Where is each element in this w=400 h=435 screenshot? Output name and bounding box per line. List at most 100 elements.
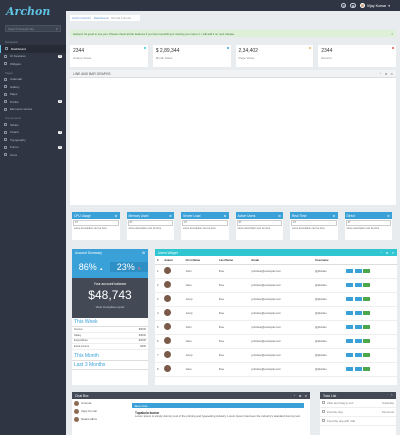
view-button[interactable] — [354, 352, 362, 358]
grid-icon[interactable]: ▦ — [350, 2, 356, 9]
sidebar-item-label: Forms — [10, 145, 19, 150]
brand-logo[interactable]: Archon — [0, 0, 66, 22]
todo-item[interactable]: Feed the dog with milk — [320, 417, 396, 426]
settings-icon[interactable]: ⚙ — [387, 214, 390, 218]
todo-item[interactable]: Find the dog Tomorrow — [320, 408, 396, 417]
view-button[interactable] — [354, 324, 362, 330]
view-button[interactable] — [354, 296, 362, 302]
settings-icon[interactable]: ⚙ — [340, 2, 347, 9]
approve-button[interactable] — [363, 352, 371, 358]
sidebar-item[interactable]: Tables — [0, 121, 66, 129]
percent-left-value: 86% — [78, 262, 97, 272]
view-button[interactable] — [354, 310, 362, 316]
settings-icon[interactable]: ⚙ — [333, 214, 336, 218]
mini-widget-value: 47 — [236, 220, 282, 226]
collapse-icon[interactable]: ⌃ — [390, 394, 393, 398]
sidebar-item-label: Icons — [10, 152, 18, 157]
sidebar-item[interactable]: UI Features 8 — [0, 53, 66, 61]
summary-value: $5000 — [138, 327, 146, 331]
email: johndoe@example.com — [249, 334, 314, 349]
menu-icon — [4, 77, 7, 81]
todo-item[interactable]: Click and drag to sort Yesterday — [320, 399, 396, 408]
sidebar: Archon Search through site ⚲ Navigation … — [0, 0, 66, 435]
gear-icon[interactable]: ⚙ — [386, 251, 389, 255]
account-title: Account Summary — [75, 250, 102, 255]
avatar-cell — [162, 278, 184, 293]
sidebar-item[interactable]: Gallery — [0, 83, 66, 91]
edit-button[interactable] — [346, 352, 354, 358]
close-icon[interactable]: ✕ — [304, 394, 307, 398]
settings-icon[interactable]: ⚙ — [169, 214, 172, 218]
approve-button[interactable] — [363, 310, 371, 316]
mini-widget-header: CPU Usage ⚙ — [72, 212, 120, 219]
sidebar-item[interactable]: Icons — [0, 151, 66, 159]
avatar — [164, 351, 172, 358]
approve-button[interactable] — [363, 268, 371, 274]
users-table: # Avatar First Name Last Name Email Username … — [155, 256, 397, 377]
todo-left: Click and drag to sort — [322, 401, 353, 405]
edit-button[interactable] — [346, 268, 354, 274]
gear-icon[interactable]: ⚙ — [142, 251, 145, 255]
collapse-icon[interactable]: ⌃ — [379, 72, 382, 76]
sidebar-item[interactable]: Maps — [0, 91, 66, 99]
mini-widget-value: 47 — [127, 220, 173, 226]
edit-button[interactable] — [346, 338, 354, 344]
settings-icon[interactable]: ⚙ — [224, 214, 227, 218]
breadcrumb-link[interactable]: Archon Admin — [72, 16, 91, 20]
sidebar-item[interactable]: Charts 3 — [0, 129, 66, 137]
stat-value: $ 2,89,344 — [155, 48, 180, 54]
column-header: Avatar — [162, 256, 184, 265]
month-label[interactable]: This Month — [72, 352, 148, 362]
week-label[interactable]: This Week — [72, 318, 148, 327]
sidebar-item[interactable]: Typography — [0, 136, 66, 144]
sidebar-item-label: Elements stories — [10, 107, 33, 112]
edit-button[interactable] — [346, 282, 354, 288]
close-icon[interactable]: ✕ — [390, 72, 393, 76]
approve-button[interactable] — [363, 296, 371, 302]
last-name: Doe — [216, 320, 250, 335]
view-button[interactable] — [354, 282, 362, 288]
quarter-label[interactable]: Last 3 Months — [72, 361, 148, 371]
close-icon[interactable]: ✕ — [391, 251, 394, 255]
gear-icon[interactable]: ⚙ — [385, 72, 388, 76]
approve-button[interactable] — [363, 324, 371, 330]
gear-icon[interactable]: ⚙ — [299, 394, 302, 398]
sidebar-item[interactable]: Widgets — [0, 60, 66, 68]
checkbox[interactable] — [322, 419, 325, 422]
edit-button[interactable] — [346, 366, 354, 372]
sidebar-item[interactable]: Calendar — [0, 76, 66, 84]
sidebar-search-input[interactable]: Search through site ⚲ — [5, 25, 61, 32]
approve-button[interactable] — [363, 338, 371, 344]
mini-widget-header: Server Load ⚙ — [181, 212, 229, 219]
menu-icon — [4, 62, 7, 66]
approve-button[interactable] — [363, 282, 371, 288]
close-icon[interactable]: × — [391, 32, 393, 36]
table-row: 8 Jane Doe johndoe@example.com @jdvideo — [155, 362, 397, 377]
column-header: Username — [313, 256, 345, 265]
user-menu[interactable]: Vijay Kumar ▾ — [359, 3, 390, 8]
avatar-cell — [162, 264, 184, 279]
username: @jdvideo — [313, 278, 345, 293]
settings-icon[interactable]: ⚙ — [278, 214, 281, 218]
edit-button[interactable] — [346, 310, 354, 316]
first-name: John — [183, 264, 217, 279]
checkbox[interactable] — [322, 410, 325, 413]
edit-button[interactable] — [346, 296, 354, 302]
sidebar-item[interactable]: Elements stories — [0, 106, 66, 114]
approve-button[interactable] — [363, 366, 371, 372]
view-button[interactable] — [354, 268, 362, 274]
sidebar-item[interactable]: Forms 2 — [0, 144, 66, 152]
settings-icon[interactable]: ⚙ — [115, 214, 118, 218]
breadcrumb-link[interactable]: Dashboard — [94, 16, 109, 20]
view-button[interactable] — [354, 366, 362, 372]
report-link[interactable]: View Complete report — [72, 305, 148, 309]
sidebar-badge: 2 — [58, 145, 62, 149]
collapse-icon[interactable]: ⌃ — [293, 394, 296, 398]
view-button[interactable] — [354, 338, 362, 344]
email: johndoe@example.com — [249, 348, 314, 363]
sidebar-item[interactable]: Profile 2 — [0, 98, 66, 106]
edit-button[interactable] — [346, 324, 354, 330]
checkbox[interactable] — [322, 401, 325, 404]
sidebar-item[interactable]: Dashboard — [0, 45, 66, 53]
collapse-icon[interactable]: ⌃ — [380, 251, 383, 255]
